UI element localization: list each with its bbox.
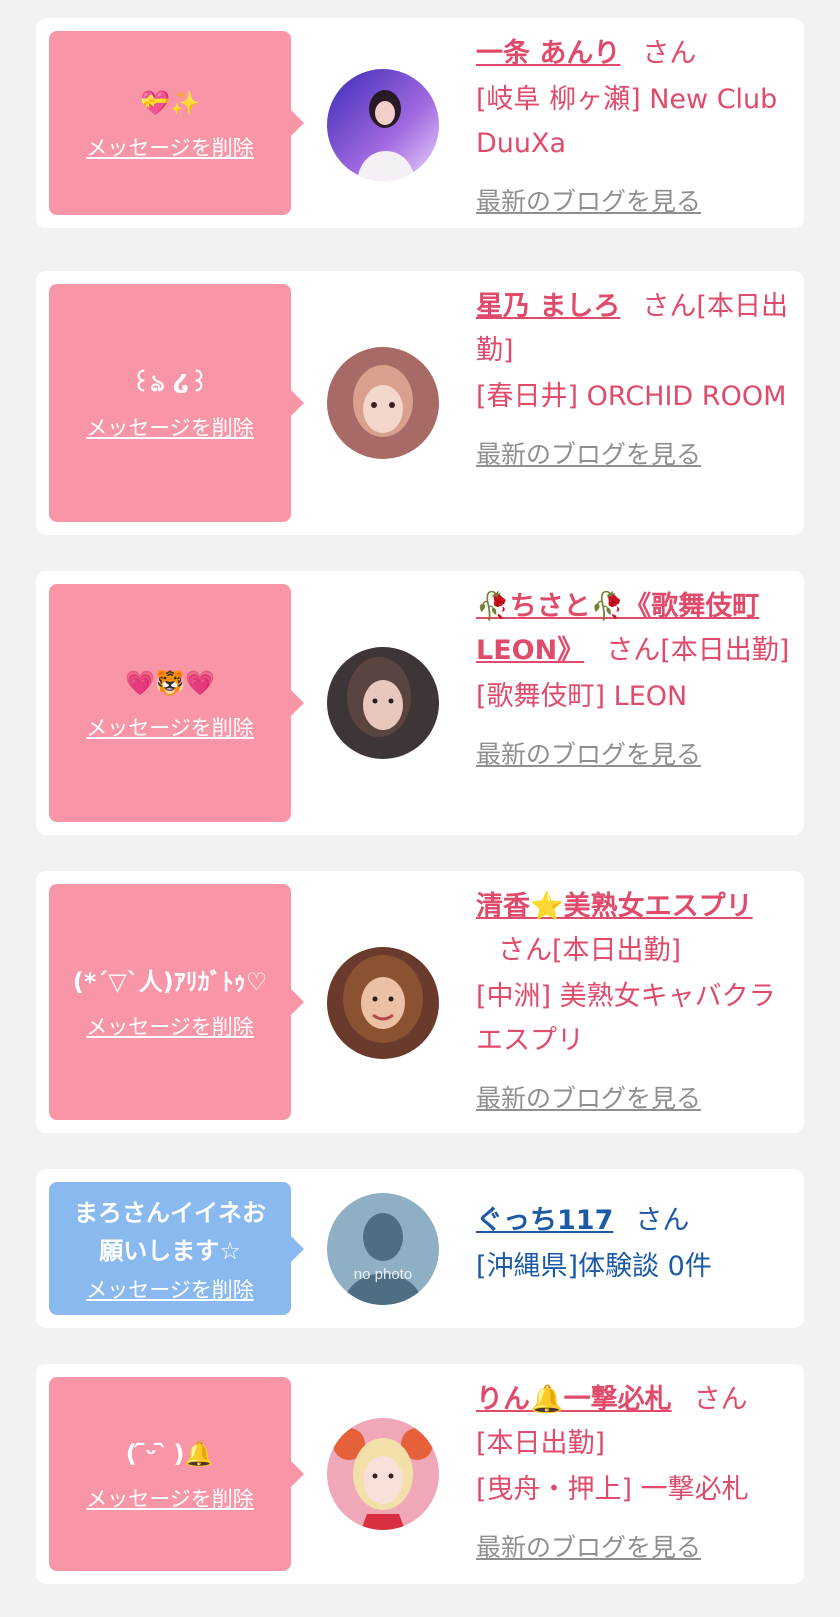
store-text: [岐阜 柳ヶ瀬] New Club DuuXa (476, 84, 778, 159)
honorific: さん (635, 1205, 690, 1236)
delete-message-link[interactable]: メッセージを削除 (86, 1011, 254, 1041)
latest-blog-link[interactable]: 最新のブログを見る (476, 733, 794, 777)
list-item: 💝✨ メッセージを削除 一条 あんり さん [岐阜 柳ヶ瀬] New Club D… (36, 18, 804, 228)
list-item: ( ᷇ᵕ ᷆ )🔔 メッセージを削除 りん🔔一撃必札 さん [本日出勤] [曳舟・… (36, 1364, 804, 1584)
message-bubble: ( ᷇ᵕ ᷆ )🔔 メッセージを削除 (49, 1377, 304, 1571)
profile-info: 一条 あんり さん [岐阜 柳ヶ瀬] New Club DuuXa 最新のブログを… (476, 32, 794, 224)
message-text: ꒰ঌ ໒꒱ (131, 369, 209, 397)
message-bubble: (*´▽`人)ｱﾘｶﾞﾄｩ♡ メッセージを削除 (49, 884, 304, 1120)
profile-name-link[interactable]: 清香⭐美熟女エスプリ (476, 891, 753, 922)
avatar[interactable] (327, 69, 439, 181)
profile-name-link[interactable]: 星乃 ましろ (476, 291, 620, 322)
avatar[interactable] (327, 647, 439, 759)
latest-blog-link[interactable]: 最新のブログを見る (476, 433, 794, 477)
honorific: さん (606, 635, 661, 666)
review-count-text: [沖縄県]体験談 0件 (476, 1251, 712, 1282)
list-item: (*´▽`人)ｱﾘｶﾞﾄｩ♡ メッセージを削除 清香⭐美熟女エスプリさん[本日出… (36, 871, 804, 1133)
message-text: (*´▽`人)ｱﾘｶﾞﾄｩ♡ (72, 968, 268, 996)
message-bubble: 💝✨ メッセージを削除 (49, 31, 304, 215)
honorific: さん (642, 291, 697, 322)
delete-message-link[interactable]: メッセージを削除 (86, 132, 254, 162)
store-text: [春日井] ORCHID ROOM (476, 381, 787, 412)
delete-message-link[interactable]: メッセージを削除 (86, 1483, 254, 1513)
honorific: さん (693, 1384, 748, 1415)
profile-info: ぐっち117 さん [沖縄県]体験談 0件 (476, 1199, 794, 1289)
honorific: さん (642, 38, 697, 69)
latest-blog-link[interactable]: 最新のブログを見る (476, 1526, 794, 1570)
avatar[interactable] (327, 947, 439, 1059)
message-bubble: ꒰ঌ ໒꒱ メッセージを削除 (49, 284, 304, 522)
avatar[interactable] (327, 347, 439, 459)
list-item: 💗🐯💗 メッセージを削除 🥀ちさと🥀《歌舞伎町LEON》 さん[本日出勤] [歌舞… (36, 571, 804, 835)
list-item: まろさんイイネお 願いします☆ メッセージを削除 no photo ぐっち117… (36, 1169, 804, 1328)
message-bubble: まろさんイイネお 願いします☆ メッセージを削除 (49, 1182, 304, 1315)
status-tag: [本日出勤] (660, 635, 790, 666)
store-text: [中洲] 美熟女キャバクラ エスプリ (476, 981, 776, 1056)
profile-name-link[interactable]: りん🔔一撃必札 (476, 1384, 672, 1415)
no-photo-text: no photo (354, 1266, 412, 1283)
profile-info: 星乃 ましろ さん[本日出勤] [春日井] ORCHID ROOM 最新のブログを… (476, 285, 794, 477)
delete-message-link[interactable]: メッセージを削除 (86, 712, 254, 742)
message-bubble: 💗🐯💗 メッセージを削除 (49, 584, 304, 822)
avatar[interactable] (327, 1418, 439, 1530)
message-text: ( ᷇ᵕ ᷆ )🔔 (125, 1440, 215, 1468)
profile-name-link[interactable]: 一条 あんり (476, 38, 620, 69)
list-item: ꒰ঌ ໒꒱ メッセージを削除 星乃 ましろ さん[本日出勤] [春日井] ORCH… (36, 271, 804, 535)
honorific: さん (498, 935, 552, 966)
message-text: 💗🐯💗 (125, 669, 215, 697)
profile-info: りん🔔一撃必札 さん [本日出勤] [曳舟・押上] 一撃必札 最新のブログを見る (476, 1378, 794, 1570)
delete-message-link[interactable]: メッセージを削除 (86, 1274, 254, 1304)
latest-blog-link[interactable]: 最新のブログを見る (476, 1077, 794, 1121)
store-text: [歌舞伎町] LEON (476, 681, 688, 712)
delete-message-link[interactable]: メッセージを削除 (86, 412, 254, 442)
profile-info: 清香⭐美熟女エスプリさん[本日出勤] [中洲] 美熟女キャバクラ エスプリ 最新… (476, 885, 794, 1121)
status-tag: [本日出勤] (476, 1428, 606, 1459)
message-text: まろさんイイネお 願いします☆ (74, 1198, 266, 1265)
profile-name-link[interactable]: ぐっち117 (476, 1205, 613, 1236)
no-photo-avatar[interactable]: no photo (327, 1193, 439, 1305)
store-text: [曳舟・押上] 一撃必札 (476, 1474, 749, 1505)
latest-blog-link[interactable]: 最新のブログを見る (476, 180, 794, 224)
status-tag: [本日出勤] (552, 935, 682, 966)
profile-info: 🥀ちさと🥀《歌舞伎町LEON》 さん[本日出勤] [歌舞伎町] LEON 最新のブ… (476, 585, 794, 777)
message-text: 💝✨ (140, 89, 200, 117)
